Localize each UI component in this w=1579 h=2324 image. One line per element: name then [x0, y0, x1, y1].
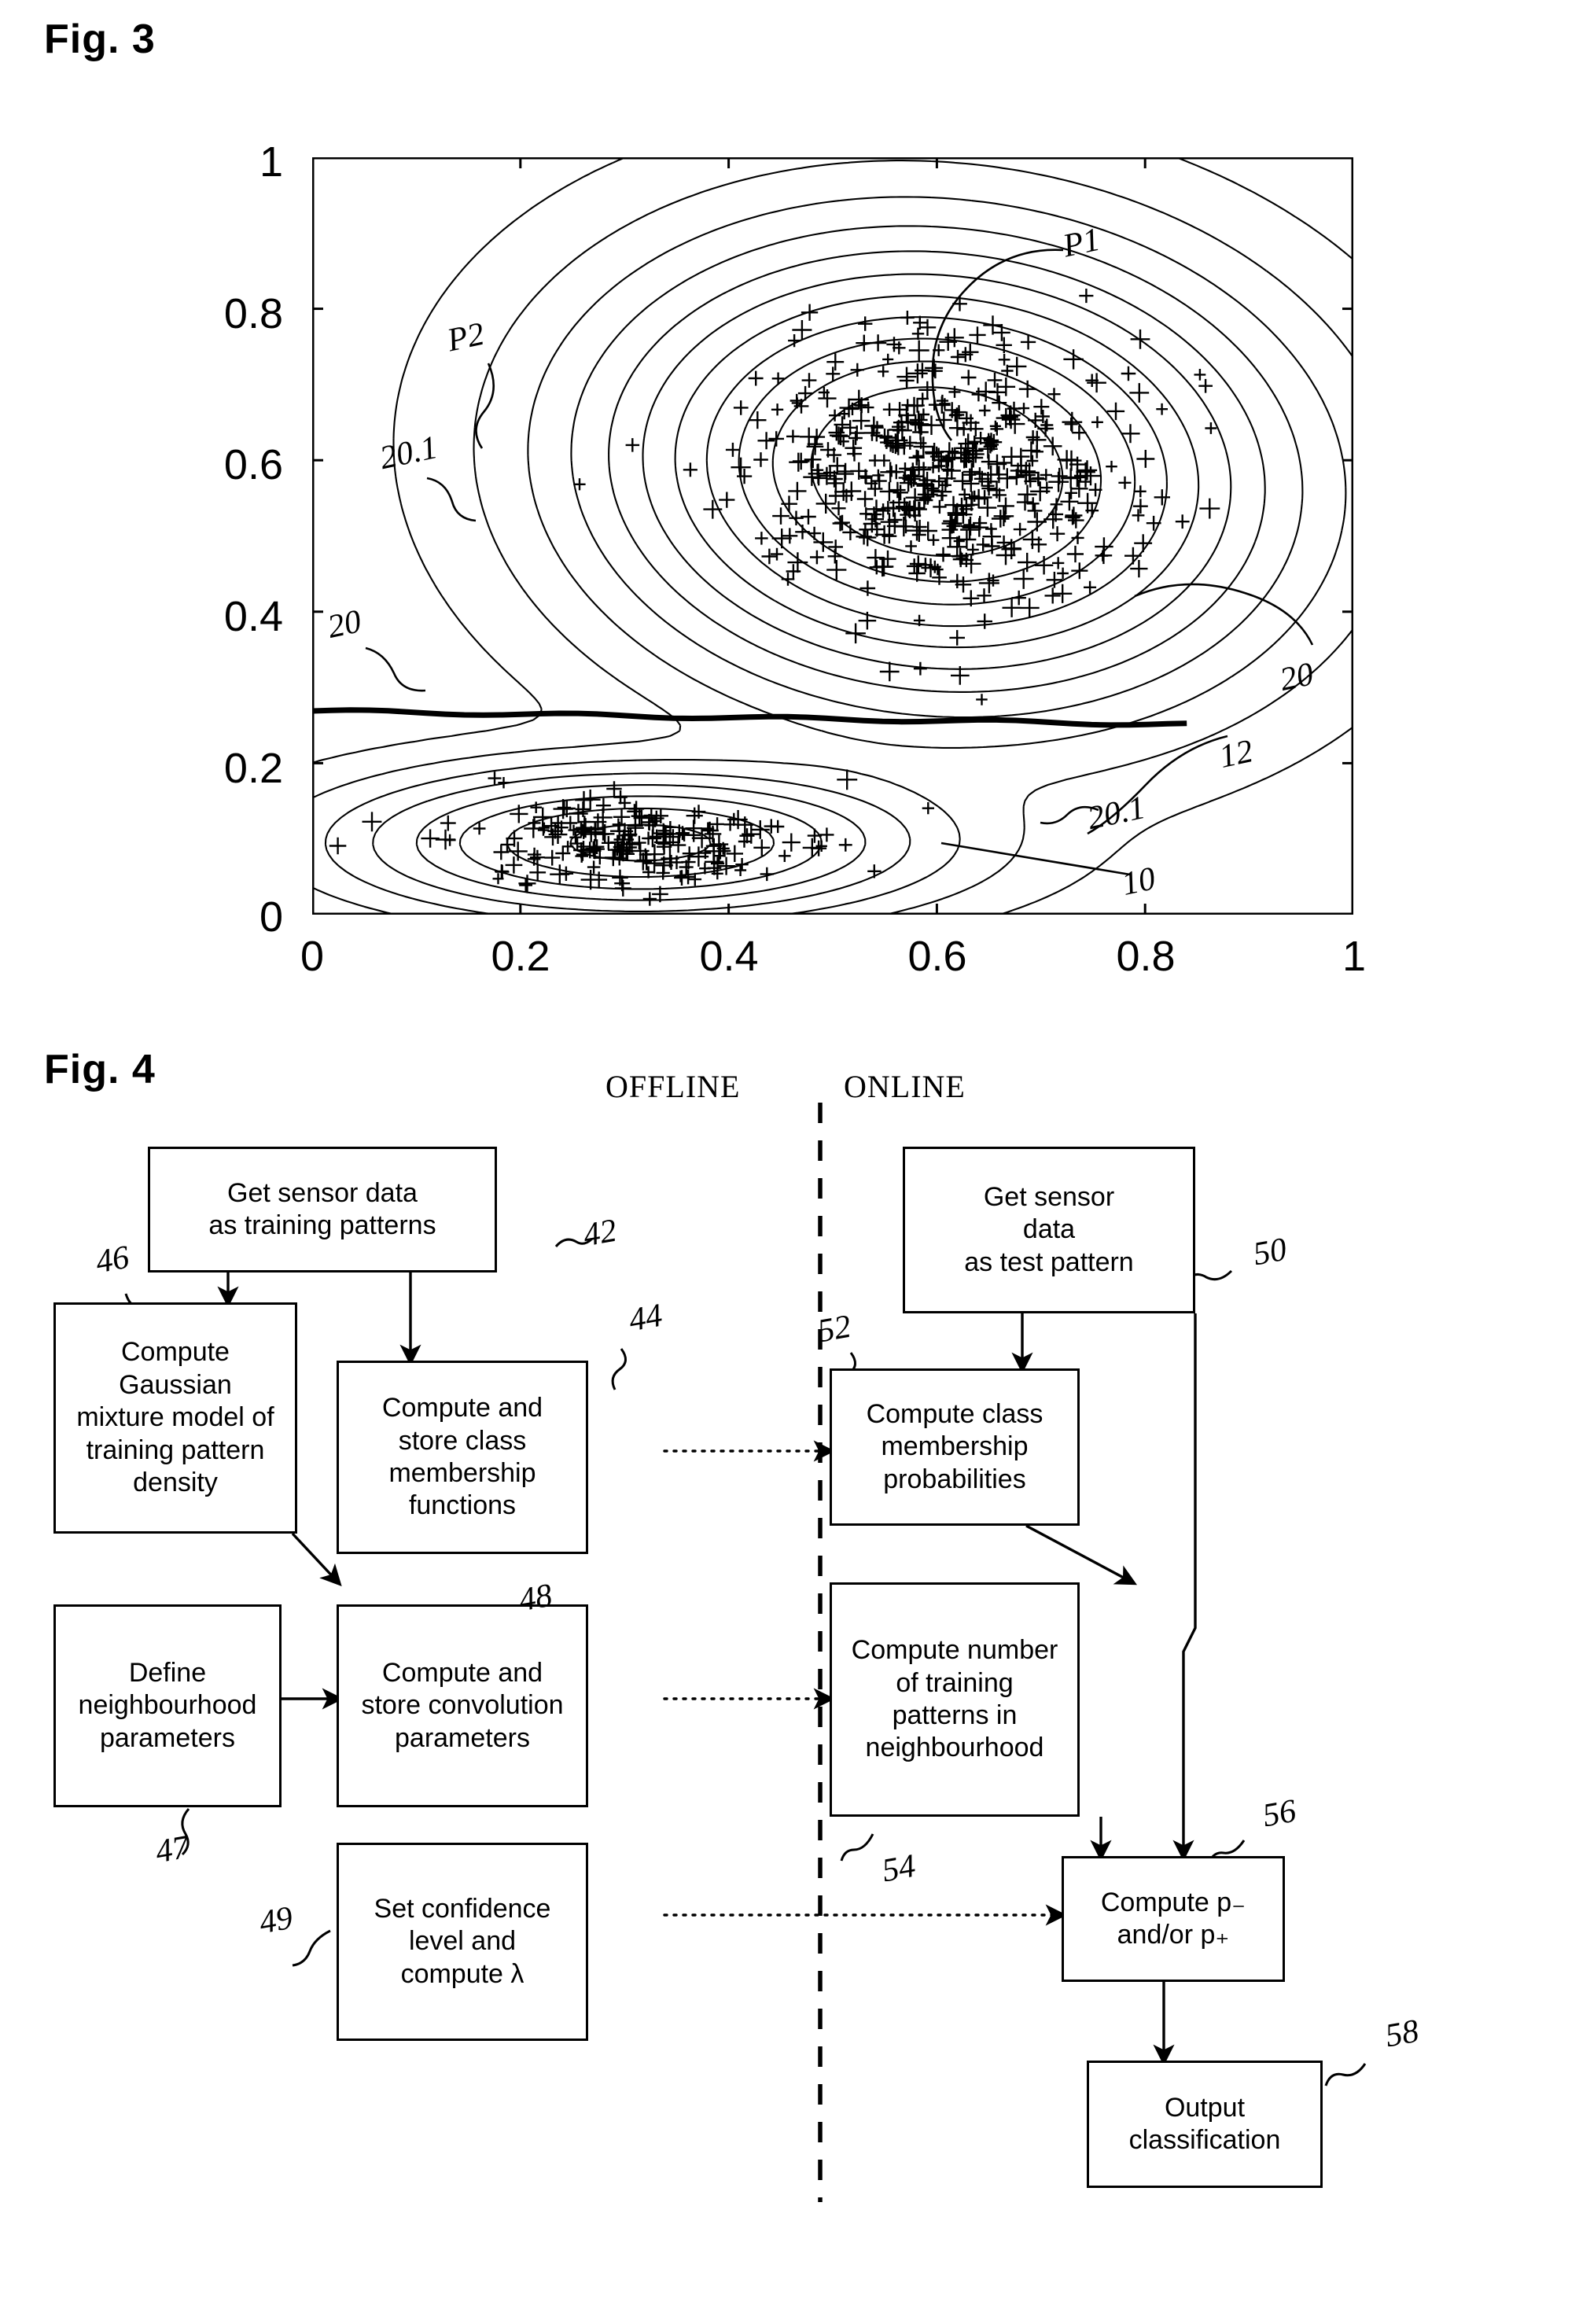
flow-box-get-sensor-data-test[interactable]: Get sensor data as test pattern	[903, 1147, 1195, 1313]
ref-numeral-48: 48	[516, 1577, 555, 1619]
x-axis-tick-0-8: 0.8	[1116, 933, 1176, 980]
flow-box-get-sensor-data-training-text: Get sensor data as training patterns	[208, 1177, 436, 1240]
ref-numeral-47: 47	[153, 1829, 192, 1871]
flow-box-compute-p-text: Compute p₋ and/or p₊	[1100, 1887, 1246, 1950]
y-axis-tick-0-6: 0.6	[223, 441, 283, 488]
flow-box-output-classification[interactable]: Output classification	[1087, 2061, 1323, 2188]
ref-numeral-54: 54	[879, 1847, 918, 1890]
ref-numeral-52: 52	[815, 1308, 854, 1350]
y-axis-tick-0: 0	[259, 893, 283, 941]
flow-box-define-neighbourhood-parameters-text: Define neighbourhood parameters	[78, 1657, 257, 1753]
ref-numeral-44: 44	[626, 1297, 665, 1339]
x-axis-tick-0-2: 0.2	[491, 933, 550, 980]
ref-numeral-42: 42	[580, 1212, 620, 1254]
flow-box-get-sensor-data-test-text: Get sensor data as test pattern	[964, 1181, 1134, 1277]
x-axis-tick-0-4: 0.4	[699, 933, 759, 980]
annotation-p1: P1	[1059, 221, 1103, 265]
annotation-p2: P2	[444, 315, 488, 359]
flow-box-compute-class-membership-probabilities-text: Compute class membership probabilities	[866, 1398, 1043, 1494]
flow-box-output-classification-text: Output classification	[1128, 2092, 1281, 2155]
flow-box-set-confidence-level[interactable]: Set confidence level and compute λ	[337, 1843, 588, 2041]
flow-box-compute-gaussian-mixture[interactable]: Compute Gaussian mixture model of training …	[53, 1302, 297, 1534]
phase-label-online: ONLINE	[844, 1069, 966, 1104]
flow-box-compute-class-membership-probabilities[interactable]: Compute class membership probabilities	[830, 1368, 1080, 1526]
figure-3-label: Fig. 3	[44, 17, 156, 62]
flow-box-get-sensor-data-training[interactable]: Get sensor data as training patterns	[148, 1147, 497, 1272]
flow-box-compute-p[interactable]: Compute p₋ and/or p₊	[1062, 1856, 1285, 1982]
flow-box-compute-gaussian-mixture-text: Compute Gaussian mixture model of training …	[76, 1337, 274, 1498]
y-axis-tick-0-2: 0.2	[223, 745, 283, 792]
y-axis-tick-1: 1	[259, 138, 283, 186]
flow-box-compute-number-training-patterns[interactable]: Compute number of training patterns in neig…	[830, 1582, 1080, 1817]
phase-label-offline: OFFLINE	[605, 1069, 741, 1104]
fig3-contour-plot	[312, 157, 1353, 915]
ref-numeral-58: 58	[1382, 2013, 1422, 2055]
flow-box-store-convolution-parameters-text: Compute and store convolution parameters	[361, 1657, 564, 1753]
x-axis-tick-0-6: 0.6	[907, 933, 967, 980]
figure-4: Fig. 4 OFFLINE ONLINE Get sensor data as…	[0, 1022, 1579, 2324]
ref-numeral-56: 56	[1260, 1792, 1299, 1835]
ref-numeral-50: 50	[1250, 1231, 1290, 1273]
fig3-plot-area: P1 P2 20.1 20 20 12 20.1 10	[312, 157, 1353, 915]
figure-3: Fig. 3 1 0.8 0.6 0.4 0.2 0 0 0.2 0.4 0.6…	[0, 0, 1579, 1022]
x-axis-tick-1: 1	[1342, 933, 1367, 980]
y-axis-tick-0-8: 0.8	[223, 290, 283, 337]
flow-box-set-confidence-level-text: Set confidence level and compute λ	[374, 1893, 551, 1989]
x-axis-tick-0: 0	[300, 933, 325, 980]
ref-numeral-49: 49	[256, 1899, 296, 1942]
y-axis-tick-0-4: 0.4	[223, 593, 283, 640]
flow-box-store-class-membership-functions-text: Compute and store class membership function…	[381, 1393, 543, 1521]
flow-box-compute-number-training-patterns-text: Compute number of training patterns in neig…	[851, 1635, 1058, 1763]
figure-4-label: Fig. 4	[44, 1047, 156, 1092]
ref-numeral-46: 46	[93, 1239, 132, 1281]
flow-box-store-convolution-parameters[interactable]: Compute and store convolution parameters	[337, 1604, 588, 1807]
flow-box-store-class-membership-functions[interactable]: Compute and store class membership function…	[337, 1361, 588, 1554]
flow-box-define-neighbourhood-parameters[interactable]: Define neighbourhood parameters	[53, 1604, 282, 1807]
